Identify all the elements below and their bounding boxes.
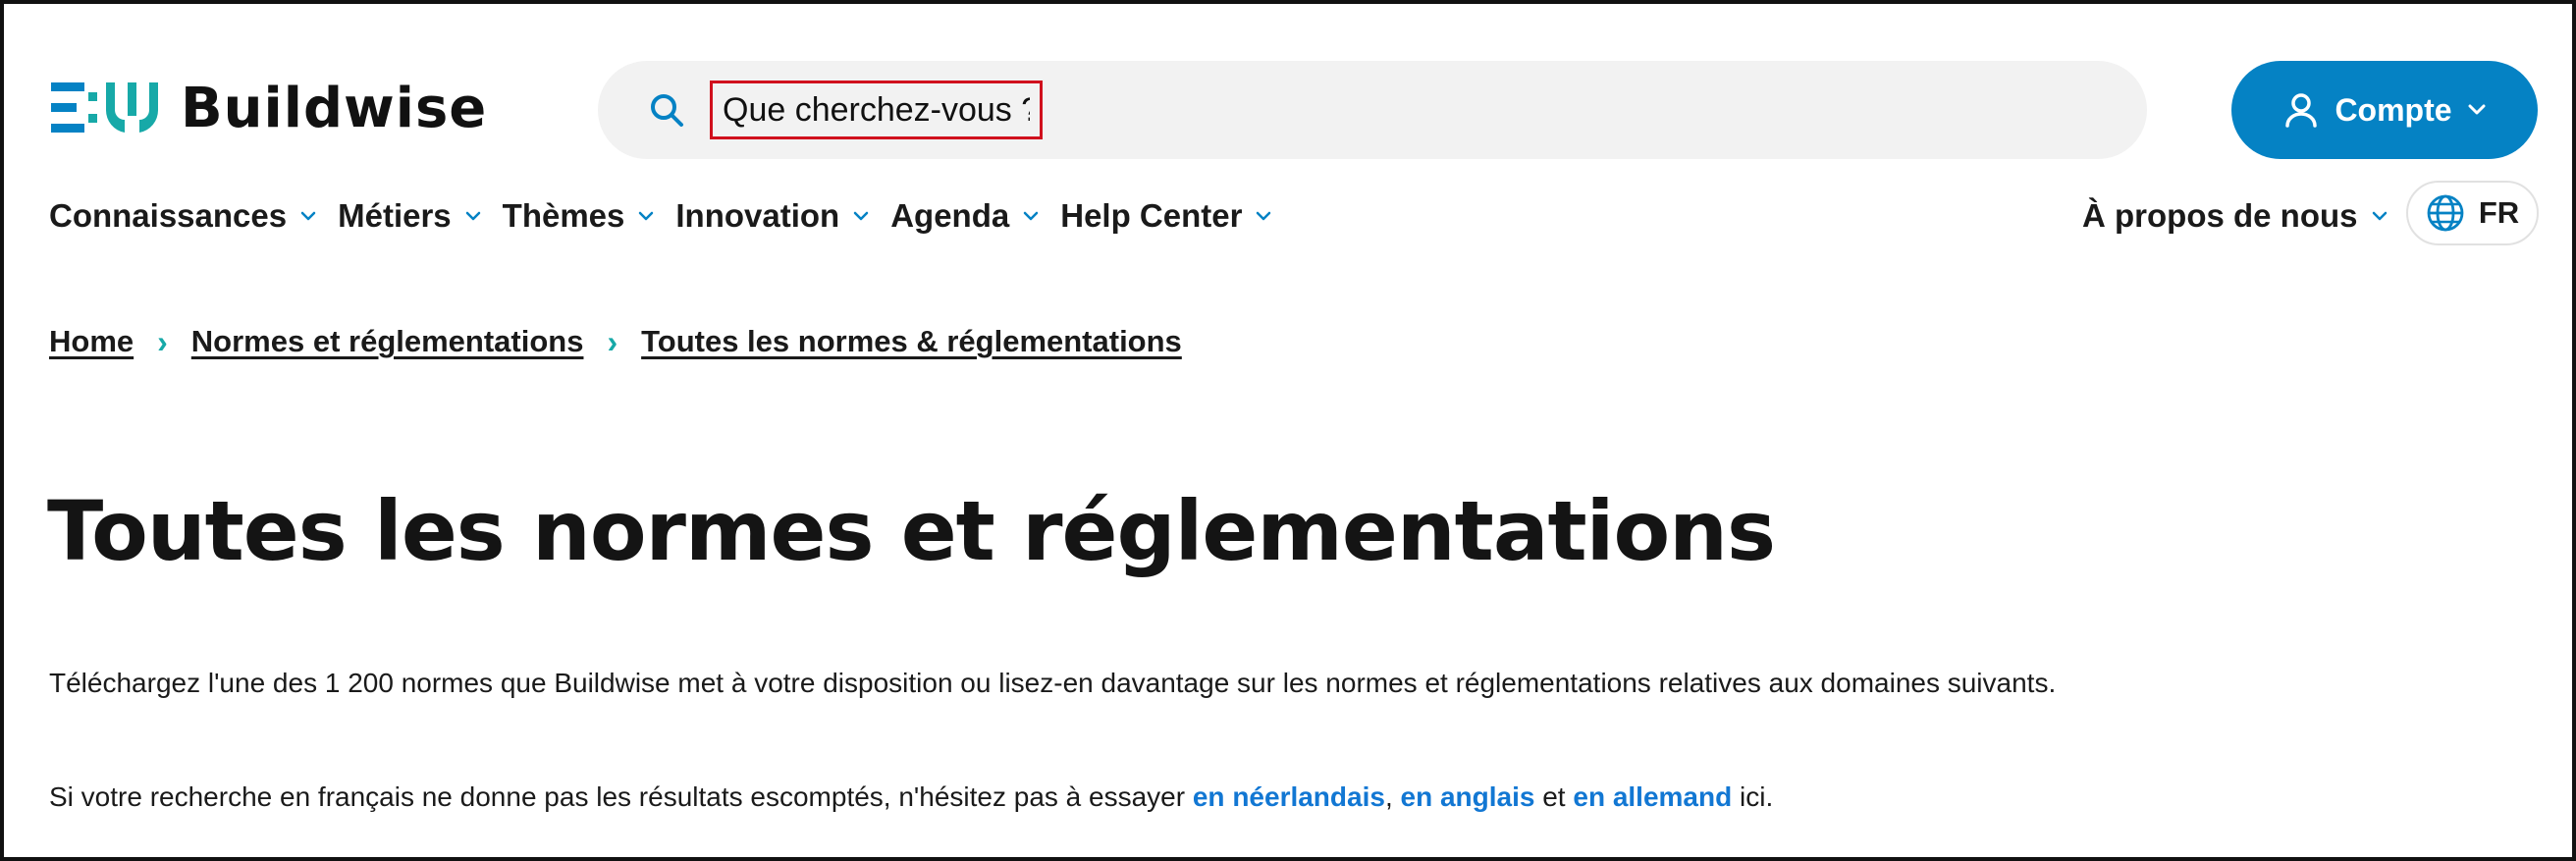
account-button[interactable]: Compte <box>2231 61 2538 159</box>
nav-item-label: Métiers <box>338 197 452 234</box>
nav-item-label: Help Center <box>1060 197 1243 234</box>
language-note-sep: et <box>1534 781 1574 812</box>
nav-item-label: Thèmes <box>502 197 625 234</box>
nav-item-innovation[interactable]: Innovation <box>675 197 869 235</box>
user-icon <box>2285 93 2318 128</box>
main-nav: Connaissances Métiers Thèmes Innovation … <box>49 190 1271 242</box>
chevron-right-icon: › <box>607 323 618 359</box>
account-label: Compte <box>2334 91 2452 128</box>
search-icon[interactable] <box>649 92 684 128</box>
page-frame: Buildwise Compte Connaissances Métiers <box>0 0 2576 861</box>
buildwise-logo-icon <box>51 82 159 133</box>
nav-item-agenda[interactable]: Agenda <box>890 197 1039 235</box>
breadcrumb-normes[interactable]: Normes et réglementations <box>191 324 584 359</box>
nav-item-label: Connaissances <box>49 197 288 234</box>
chevron-down-icon <box>639 211 654 221</box>
nav-item-help-center[interactable]: Help Center <box>1060 197 1271 235</box>
chevron-right-icon: › <box>157 323 168 359</box>
chevron-down-icon <box>1023 211 1039 221</box>
breadcrumb-current[interactable]: Toutes les normes & réglementations <box>641 324 1182 359</box>
nav-item-connaissances[interactable]: Connaissances <box>49 197 316 235</box>
intro-text: Téléchargez l'une des 1 200 normes que B… <box>49 668 2057 698</box>
chevron-down-icon <box>853 211 869 221</box>
language-note-sep: , <box>1384 781 1401 812</box>
globe-icon <box>2427 194 2464 232</box>
chevron-down-icon <box>465 211 480 221</box>
nav-item-metiers[interactable]: Métiers <box>338 197 481 235</box>
search-bar[interactable] <box>598 61 2147 159</box>
page-title: Toutes les normes et réglementations <box>47 483 1776 579</box>
language-label: FR <box>2478 195 2520 230</box>
link-english[interactable]: en anglais <box>1401 781 1535 812</box>
search-input[interactable] <box>710 81 1043 139</box>
chevron-down-icon <box>300 211 316 221</box>
language-note-suffix: ici. <box>1732 781 1774 812</box>
nav-item-label: Agenda <box>890 197 1010 234</box>
chevron-down-icon <box>1257 211 1271 221</box>
language-note: Si votre recherche en français ne donne … <box>49 778 2307 817</box>
language-note-prefix: Si votre recherche en français ne donne … <box>49 781 1193 812</box>
nav-item-label: Innovation <box>675 197 840 234</box>
chevron-down-icon <box>2372 211 2387 221</box>
link-dutch[interactable]: en néerlandais <box>1193 781 1385 812</box>
nav-item-themes[interactable]: Thèmes <box>503 197 655 235</box>
language-switcher[interactable]: FR <box>2406 181 2539 245</box>
breadcrumb: Home › Normes et réglementations › Toute… <box>49 320 1182 363</box>
buildwise-logo[interactable]: Buildwise <box>49 76 488 140</box>
nav-item-label: À propos de nous <box>2082 197 2358 234</box>
link-german[interactable]: en allemand <box>1573 781 1732 812</box>
breadcrumb-home[interactable]: Home <box>49 324 134 359</box>
nav-item-about[interactable]: À propos de nous <box>2082 190 2388 242</box>
logo-wordmark: Buildwise <box>181 76 488 140</box>
chevron-down-icon <box>2468 104 2486 115</box>
